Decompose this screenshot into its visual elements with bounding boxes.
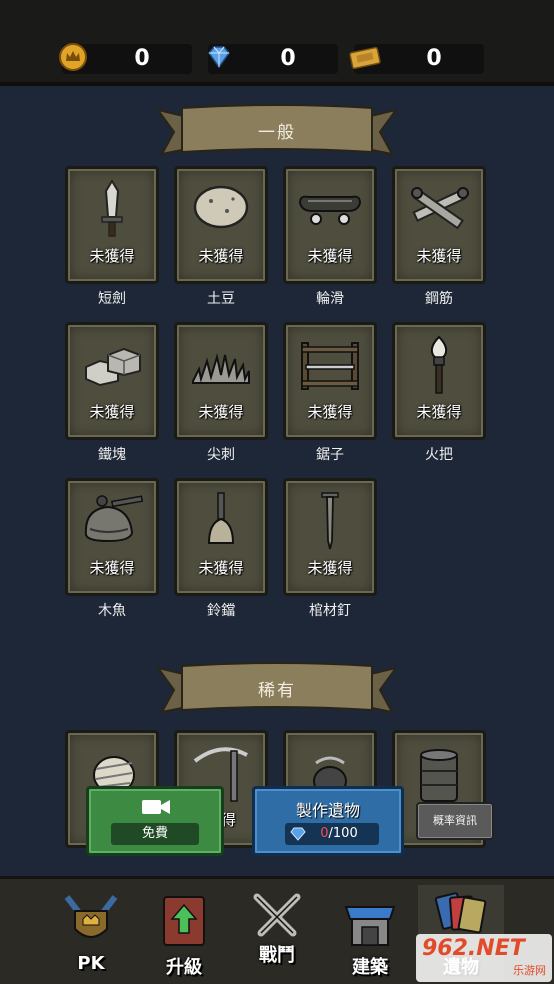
watermark-sub: 乐游网 [513, 964, 546, 977]
craft-cost-current: 0 [320, 826, 329, 841]
coffin-nail-icon [321, 492, 339, 550]
card-name: 鐵塊 [98, 447, 126, 463]
craft-cost: 0/100 [285, 823, 379, 845]
ticket-icon [348, 40, 382, 74]
relic-card-potato[interactable]: 未獲得 [174, 166, 268, 284]
nav-tab-pk[interactable]: PK [48, 885, 134, 981]
nav-label: 升級 [166, 957, 202, 978]
nav-tab-upgrade[interactable]: 升級 [141, 885, 227, 981]
card-name: 短劍 [98, 291, 126, 307]
crown-coin-icon [56, 40, 90, 74]
card-status: 未獲得 [307, 403, 353, 421]
ticket-value: 0 [426, 46, 442, 71]
card-name: 鋸子 [316, 447, 344, 463]
card-status: 未獲得 [89, 403, 135, 421]
probability-info-button[interactable]: 概率資訊 [416, 802, 494, 840]
section-title-rare: 稀有 [258, 681, 296, 701]
card-status: 未獲得 [416, 403, 462, 421]
wooden-fish-icon [84, 495, 144, 543]
relic-card-torch[interactable]: 未獲得 [392, 322, 486, 440]
pk-shield-icon [64, 895, 118, 938]
card-status: 未獲得 [89, 559, 135, 577]
site-watermark: 962.NET 乐游网 [416, 934, 552, 982]
card-name: 棺材釘 [309, 603, 351, 619]
relic-card-spikes[interactable]: 未獲得 [174, 322, 268, 440]
nav-tab-building[interactable]: 建築 [327, 885, 413, 981]
card-name: 輪滑 [316, 291, 344, 307]
rebar-icon [411, 187, 469, 230]
video-camera-icon [142, 800, 170, 814]
nav-label: 建築 [352, 957, 388, 978]
section-title-common: 一般 [258, 123, 296, 143]
card-status: 未獲得 [198, 403, 244, 421]
card-name: 火把 [425, 447, 453, 463]
section-banner-common: 一般 [158, 104, 396, 158]
coin-counter: 0 [59, 43, 192, 74]
relic-card-coffin-nail[interactable]: 未獲得 [283, 478, 377, 596]
barrel-icon [420, 749, 458, 802]
potato-icon [193, 185, 249, 229]
craft-cost-total: /100 [328, 826, 358, 841]
relic-card-bell[interactable]: 未獲得 [174, 478, 268, 596]
skateboard-icon [298, 195, 362, 225]
free-label: 免費 [111, 823, 199, 845]
relic-card-saw[interactable]: 未獲得 [283, 322, 377, 440]
ticket-counter: 0 [349, 44, 484, 74]
shop-building-icon [344, 906, 396, 946]
watermark-brand: 962.NET [422, 936, 525, 961]
nav-label: PK [77, 953, 105, 974]
torch-icon [430, 335, 448, 394]
card-status: 未獲得 [307, 247, 353, 265]
short-sword-icon [101, 179, 123, 237]
saw-icon [301, 342, 359, 390]
free-video-button[interactable]: 免費 [86, 786, 224, 856]
card-name: 土豆 [207, 291, 235, 307]
diamond-icon [290, 827, 306, 841]
craft-relic-button[interactable]: 製作遺物 0/100 [252, 786, 404, 856]
iron-block-icon [85, 347, 141, 387]
card-name: 鋼筋 [425, 291, 453, 307]
nav-label: 戰鬥 [259, 945, 295, 966]
card-name: 鈴鐺 [207, 603, 235, 619]
relic-card-iron-block[interactable]: 未獲得 [65, 322, 159, 440]
bell-icon [207, 492, 235, 544]
currency-bar: 0 0 0 [0, 0, 554, 86]
diamond-counter: 0 [208, 44, 338, 74]
coin-value: 0 [134, 46, 150, 71]
card-name: 尖刺 [207, 447, 235, 463]
relic-card-short-sword[interactable]: 未獲得 [65, 166, 159, 284]
card-status: 未獲得 [416, 247, 462, 265]
section-banner-rare: 稀有 [158, 662, 396, 716]
nav-tab-battle[interactable]: 戰鬥 [234, 885, 320, 981]
relic-card-wooden-fish[interactable]: 未獲得 [65, 478, 159, 596]
diamond-icon [202, 40, 236, 74]
card-status: 未獲得 [198, 559, 244, 577]
card-status: 未獲得 [198, 247, 244, 265]
diamond-value: 0 [280, 46, 296, 71]
spikes-icon [192, 353, 250, 384]
card-status: 未獲得 [89, 247, 135, 265]
card-name: 木魚 [98, 603, 126, 619]
craft-title: 製作遺物 [295, 801, 360, 820]
upgrade-book-icon [163, 896, 205, 946]
card-status: 未獲得 [307, 559, 353, 577]
relic-card-rebar[interactable]: 未獲得 [392, 166, 486, 284]
relic-card-skateboard[interactable]: 未獲得 [283, 166, 377, 284]
